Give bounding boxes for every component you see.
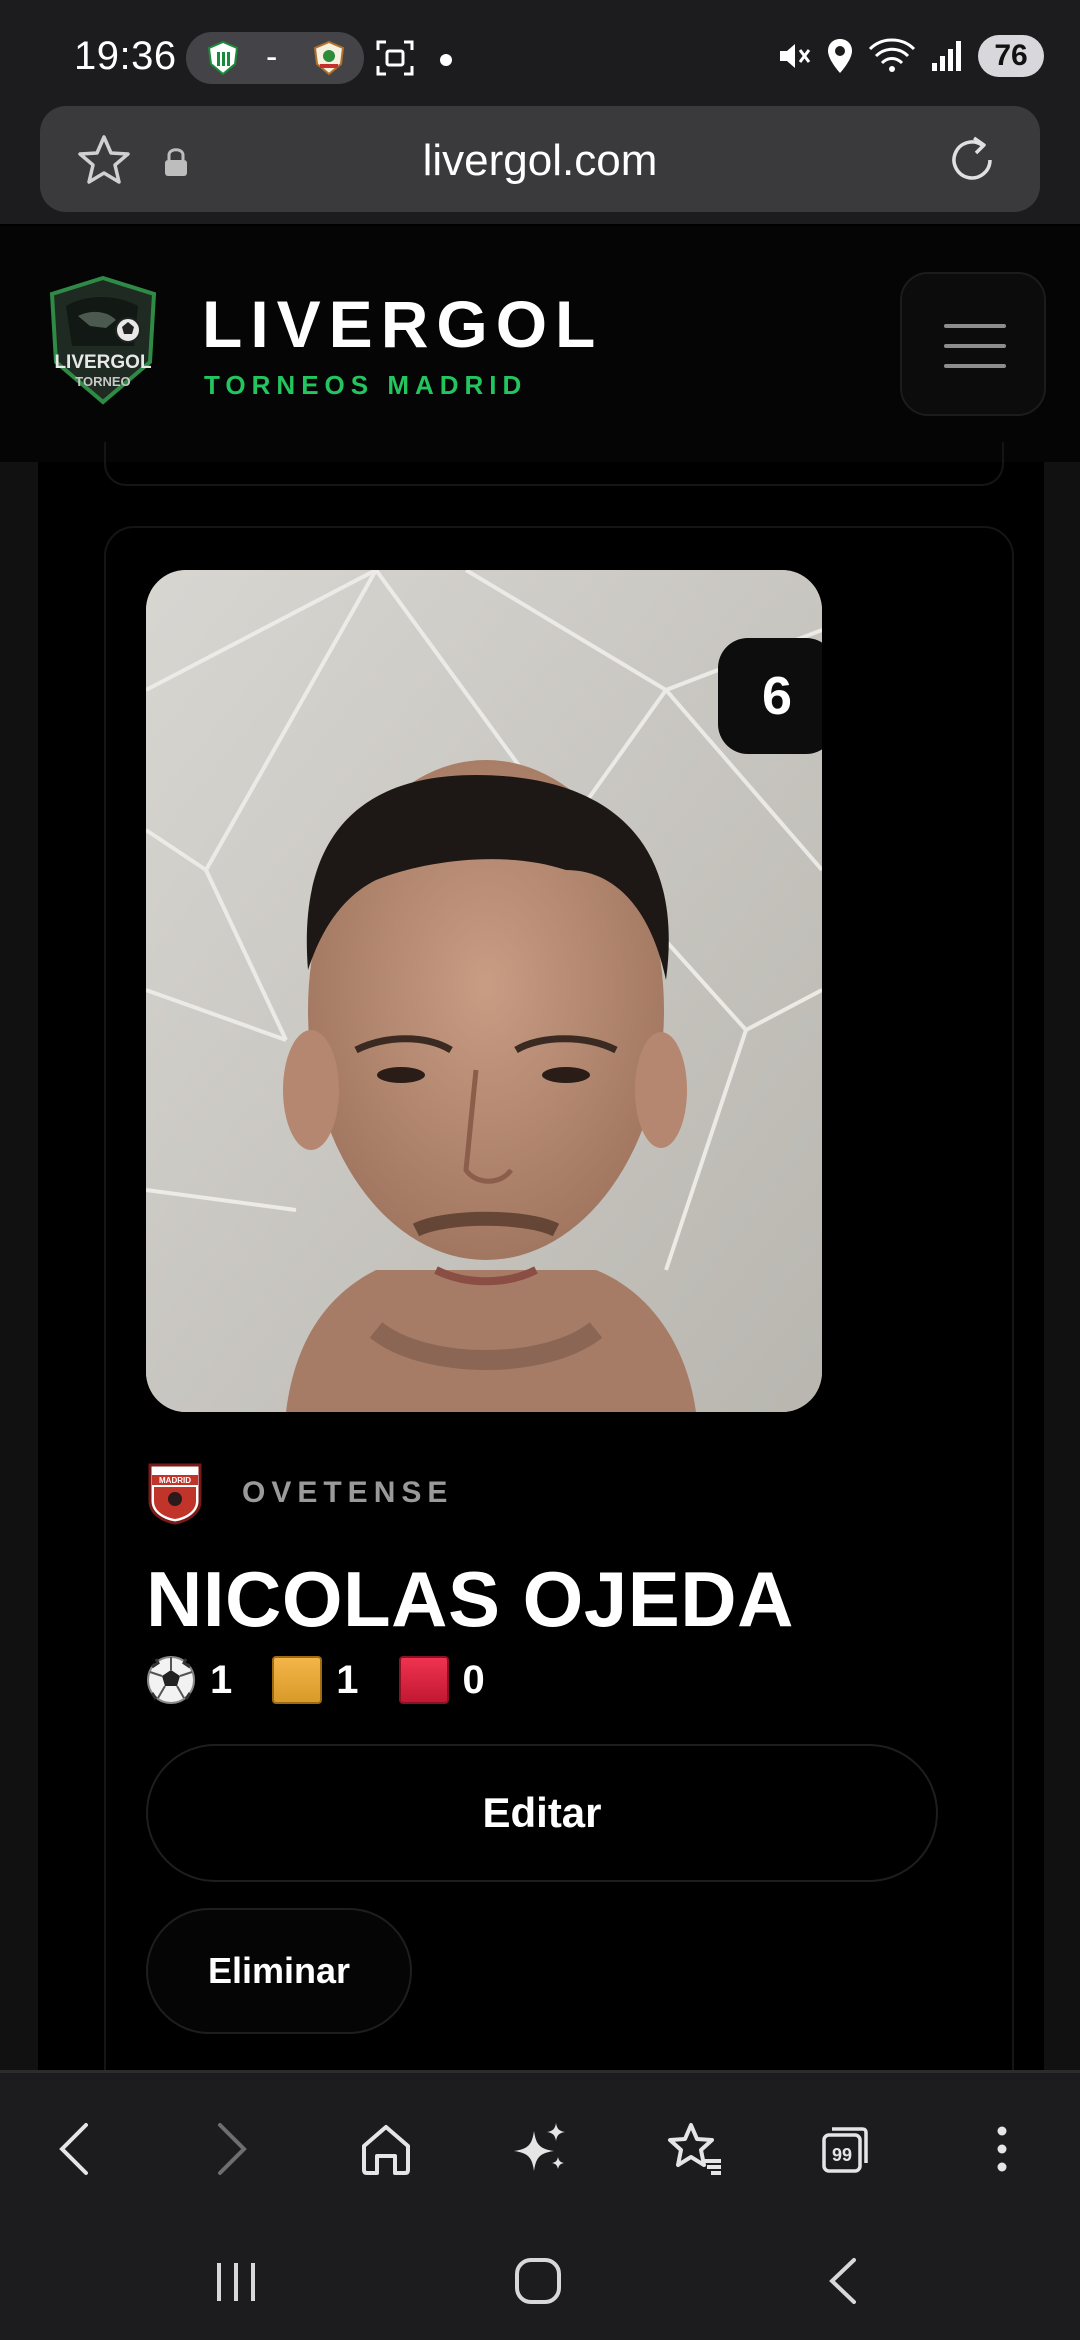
menu-bar-icon <box>944 344 1006 348</box>
logo-subtext: TORNEO <box>75 374 130 389</box>
chevron-left-icon <box>59 2123 88 2175</box>
back-button[interactable] <box>38 2113 110 2185</box>
red-cards-stat: 0 <box>398 1656 485 1704</box>
team-crest-icon: MADRID <box>148 1463 202 1525</box>
location-icon <box>828 39 852 73</box>
player-stats: 1 1 0 <box>146 1652 525 1708</box>
team-crest-icon <box>313 40 345 76</box>
yellow-card-icon <box>272 1656 323 1704</box>
kebab-menu-icon <box>997 2126 1007 2172</box>
live-match-pill[interactable]: - <box>186 32 364 84</box>
reload-icon[interactable] <box>944 132 1000 188</box>
system-home-button[interactable] <box>498 2248 578 2314</box>
back-arrow-icon <box>829 2258 856 2304</box>
battery-indicator: 76 <box>978 35 1044 77</box>
notification-dot <box>440 54 452 66</box>
home-square-icon <box>515 2258 561 2304</box>
previous-card <box>104 442 1004 486</box>
forward-button[interactable] <box>196 2113 268 2185</box>
site-header: LIVERGOL TORNEO LIVERGOL TORNEOS MADRID <box>0 226 1080 462</box>
logo-text: LIVERGOL <box>54 352 152 373</box>
svg-text:99: 99 <box>832 2145 852 2165</box>
more-options-button[interactable] <box>966 2113 1038 2185</box>
chevron-right-icon <box>218 2123 247 2175</box>
tabs-icon: 99 <box>822 2127 868 2173</box>
address-bar[interactable]: livergol.com <box>40 106 1040 212</box>
match-separator: - <box>266 38 278 76</box>
recent-apps-button[interactable] <box>196 2248 276 2314</box>
browser-address-area: livergol.com <box>0 100 1080 326</box>
mute-icon <box>780 44 811 68</box>
hamburger-menu-button[interactable] <box>900 272 1046 416</box>
yellow-cards-count: 1 <box>336 1657 359 1702</box>
bookmarks-star-icon <box>668 2123 721 2175</box>
wifi-icon <box>868 38 916 72</box>
screenshot-icon <box>376 40 414 76</box>
content-column: 6 MADRID OVETENSE NICOLAS OJEDA 1 1 0 Ed… <box>38 442 1044 2126</box>
team-row[interactable]: MADRID OVETENSE <box>146 1460 453 1526</box>
goals-count: 1 <box>210 1657 233 1702</box>
system-navigation-bar <box>0 2218 1080 2340</box>
player-photo: 6 <box>146 570 822 1412</box>
goals-stat: 1 <box>146 1655 232 1705</box>
player-name: NICOLAS OJEDA <box>146 1555 794 1643</box>
tabs-button[interactable]: 99 <box>810 2113 882 2185</box>
signal-icon <box>932 41 961 71</box>
delete-button[interactable]: Eliminar <box>146 1908 412 2034</box>
recent-apps-icon <box>217 2263 255 2301</box>
yellow-cards-stat: 1 <box>272 1656 359 1704</box>
home-button[interactable] <box>350 2113 422 2185</box>
status-time: 19:36 <box>74 34 177 78</box>
red-card-icon <box>398 1656 449 1704</box>
red-cards-count: 0 <box>462 1657 485 1702</box>
system-back-button[interactable] <box>804 2248 884 2314</box>
url-text[interactable]: livergol.com <box>40 136 1040 186</box>
soccer-ball-icon <box>147 1656 195 1704</box>
home-icon <box>362 2125 410 2175</box>
bookmarks-button[interactable] <box>658 2113 730 2185</box>
status-bar: 19:36 - 76 <box>0 0 1080 100</box>
ai-assistant-button[interactable] <box>504 2113 576 2185</box>
sparkle-icon <box>514 2123 565 2171</box>
livergol-logo[interactable]: LIVERGOL TORNEO <box>46 276 160 406</box>
team-crest-text: MADRID <box>159 1476 191 1485</box>
team-crest-icon <box>207 40 239 76</box>
status-icons: 76 <box>776 34 1044 78</box>
edit-button[interactable]: Editar <box>146 1744 938 1882</box>
main-content: 6 MADRID OVETENSE NICOLAS OJEDA 1 1 0 Ed… <box>0 442 1080 2126</box>
team-name[interactable]: OVETENSE <box>242 1476 453 1510</box>
brand-title[interactable]: LIVERGOL <box>202 286 603 362</box>
jersey-number-badge: 6 <box>718 638 822 754</box>
browser-toolbar: 99 <box>0 2070 1080 2218</box>
browser-screen: 19:36 - 76 livergol.com LIVERGOL TORNEO … <box>0 0 1080 2340</box>
menu-bar-icon <box>944 324 1006 328</box>
player-card: 6 MADRID OVETENSE NICOLAS OJEDA 1 1 0 Ed… <box>104 526 1014 2126</box>
menu-bar-icon <box>944 364 1006 368</box>
brand-subtitle: TORNEOS MADRID <box>204 370 528 400</box>
